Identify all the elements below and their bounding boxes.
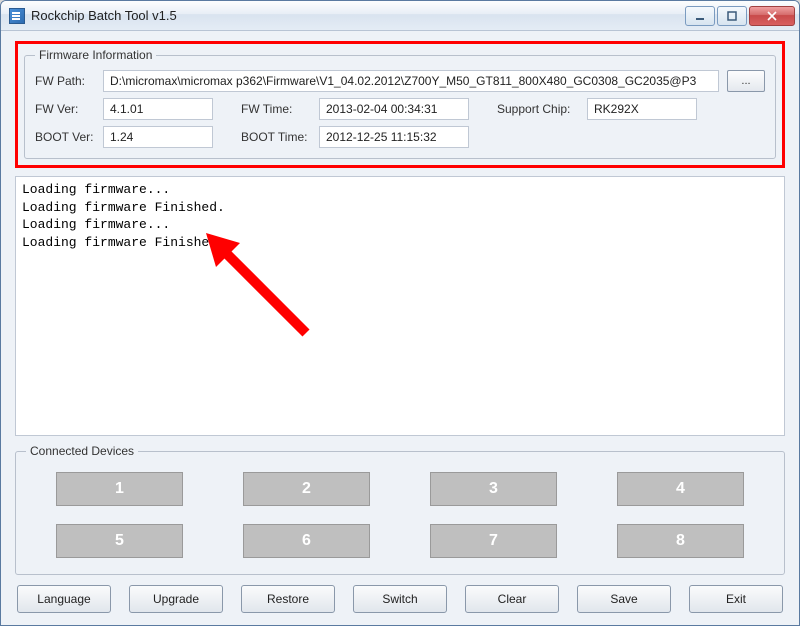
minimize-button[interactable] (685, 6, 715, 26)
app-icon (9, 8, 25, 24)
exit-button[interactable]: Exit (689, 585, 783, 613)
fw-ver-field[interactable]: 4.1.01 (103, 98, 213, 120)
device-slot-8[interactable]: 8 (617, 524, 744, 558)
fw-path-row: FW Path: D:\micromax\micromax p362\Firmw… (35, 70, 765, 92)
switch-button[interactable]: Switch (353, 585, 447, 613)
boot-ver-label: BOOT Ver: (35, 130, 95, 144)
app-window: Rockchip Batch Tool v1.5 Firmware Inform… (0, 0, 800, 626)
log-line: Loading firmware Finished. (22, 199, 778, 217)
support-chip-field[interactable]: RK292X (587, 98, 697, 120)
device-slot-4[interactable]: 4 (617, 472, 744, 506)
window-controls (685, 6, 795, 26)
clear-button[interactable]: Clear (465, 585, 559, 613)
close-button[interactable] (749, 6, 795, 26)
firmware-legend: Firmware Information (35, 48, 156, 62)
devices-legend: Connected Devices (26, 444, 138, 458)
fw-ver-row: FW Ver: 4.1.01 FW Time: 2013-02-04 00:34… (35, 98, 765, 120)
device-slot-7[interactable]: 7 (430, 524, 557, 558)
fw-time-field[interactable]: 2013-02-04 00:34:31 (319, 98, 469, 120)
browse-button[interactable]: ... (727, 70, 765, 92)
titlebar[interactable]: Rockchip Batch Tool v1.5 (1, 1, 799, 31)
restore-button[interactable]: Restore (241, 585, 335, 613)
boot-time-label: BOOT Time: (241, 130, 311, 144)
log-line: Loading firmware Finished. (22, 234, 778, 252)
device-slot-1[interactable]: 1 (56, 472, 183, 506)
boot-ver-field[interactable]: 1.24 (103, 126, 213, 148)
fw-path-label: FW Path: (35, 74, 95, 88)
support-chip-label: Support Chip: (497, 102, 579, 116)
devices-grid: 1 2 3 4 5 6 7 8 (26, 466, 774, 564)
fw-time-label: FW Time: (241, 102, 311, 116)
upgrade-button[interactable]: Upgrade (129, 585, 223, 613)
device-slot-2[interactable]: 2 (243, 472, 370, 506)
save-button[interactable]: Save (577, 585, 671, 613)
bottom-button-bar: Language Upgrade Restore Switch Clear Sa… (15, 583, 785, 613)
devices-group: Connected Devices 1 2 3 4 5 6 7 8 (15, 444, 785, 575)
log-line: Loading firmware... (22, 181, 778, 199)
log-line: Loading firmware... (22, 216, 778, 234)
fw-ver-label: FW Ver: (35, 102, 95, 116)
boot-time-field[interactable]: 2012-12-25 11:15:32 (319, 126, 469, 148)
firmware-group: Firmware Information FW Path: D:\microma… (24, 48, 776, 159)
device-slot-5[interactable]: 5 (56, 524, 183, 558)
window-title: Rockchip Batch Tool v1.5 (31, 8, 685, 23)
log-output[interactable]: Loading firmware... Loading firmware Fin… (15, 176, 785, 436)
language-button[interactable]: Language (17, 585, 111, 613)
firmware-highlight: Firmware Information FW Path: D:\microma… (15, 41, 785, 168)
device-slot-6[interactable]: 6 (243, 524, 370, 558)
device-slot-3[interactable]: 3 (430, 472, 557, 506)
fw-path-field[interactable]: D:\micromax\micromax p362\Firmware\V1_04… (103, 70, 719, 92)
boot-ver-row: BOOT Ver: 1.24 BOOT Time: 2012-12-25 11:… (35, 126, 765, 148)
maximize-button[interactable] (717, 6, 747, 26)
client-area: Firmware Information FW Path: D:\microma… (1, 31, 799, 625)
